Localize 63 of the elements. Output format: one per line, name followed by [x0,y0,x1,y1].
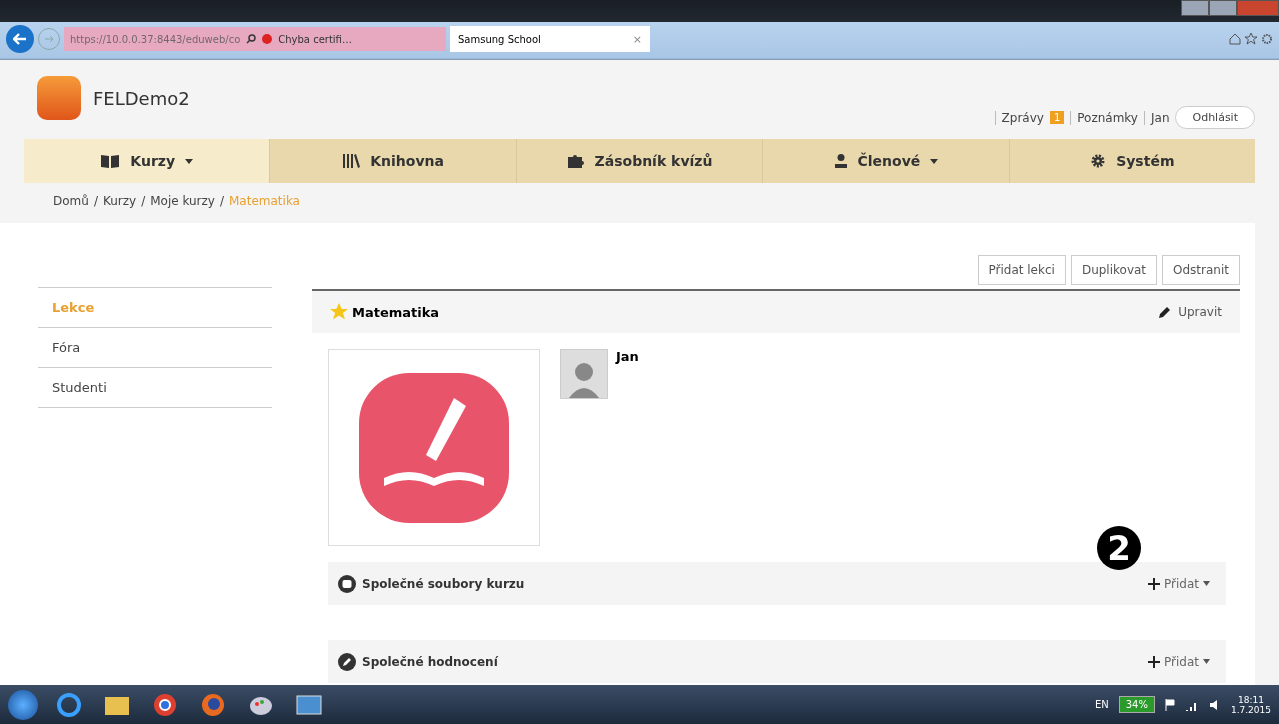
settings-icon[interactable] [1261,33,1273,45]
book-icon [100,153,121,169]
clock-time[interactable]: 18:11 [1238,694,1264,705]
site-logo [37,76,81,120]
breadcrumb-separator: / [219,194,224,210]
section-title: Společné soubory kurzu [362,576,525,591]
language-indicator[interactable]: EN [1094,699,1109,710]
clock-date[interactable]: 1.7.2015 [1230,704,1271,715]
start-button[interactable] [8,689,38,720]
sidebar-item[interactable]: Fóra [38,327,272,367]
settings-icon [1090,153,1107,169]
url-text: https://10.0.0.37:8443/eduweb/co [70,33,241,45]
breadcrumb-link[interactable]: Moje kurzy [150,194,215,212]
battery-indicator[interactable]: 34% [1118,696,1155,713]
header-link[interactable]: Zprávy [994,110,1044,125]
chat-bubble-icon [338,574,356,593]
tab-title: Samsung School [458,33,541,45]
caret-icon [1203,581,1210,586]
breadcrumb-link[interactable]: Kurzy [102,194,137,212]
star-icon [330,303,348,321]
nav-tab[interactable]: Systém [1009,139,1256,183]
action-button[interactable]: Odstranit [1162,255,1240,285]
maximize-button[interactable] [1209,0,1237,16]
breadcrumb-separator: / [141,194,146,210]
flag-icon[interactable] [1164,698,1175,711]
nav-tab[interactable]: Kurzy [24,139,271,183]
avatar-placeholder [560,349,608,399]
add-dropdown[interactable]: Přidat [1142,653,1216,670]
edit-link[interactable]: Upravit [1178,305,1222,319]
teacher-name: Jan [616,349,639,364]
library-icon [342,153,361,169]
caret-icon [1203,659,1210,664]
user-name: Jan [1144,110,1170,125]
breadcrumb-separator: / [93,194,98,210]
pencil-icon [338,652,356,671]
add-dropdown[interactable]: Přidat [1142,575,1216,592]
pencil-icon [1158,305,1173,319]
sidebar-item[interactable]: Studenti [38,367,272,408]
certificate-error-text[interactable]: Chyba certifi… [278,33,352,45]
browser-tab[interactable]: Samsung School × [450,26,650,52]
logout-button[interactable]: Odhlásit [1175,106,1255,129]
tab-close-button[interactable]: × [632,32,642,46]
message-count: 1 [1049,111,1065,124]
section-title: Společné hodnocení [362,654,498,669]
plus-icon [1148,655,1161,668]
back-button[interactable] [6,25,34,53]
breadcrumb-link[interactable]: Domů [53,194,89,212]
address-bar[interactable]: https://10.0.0.37:8443/eduweb/co Chyba certifi… [64,27,446,51]
search-icon [246,34,257,44]
minimize-button[interactable] [1181,0,1209,16]
user-icon [833,153,848,169]
site-name: FELDemo2 [93,88,190,109]
left-arrow-icon [13,33,27,45]
course-title: Matematika [352,304,440,320]
right-arrow-icon [44,35,54,43]
star-icon[interactable] [1245,33,1257,45]
home-icon[interactable] [1229,33,1241,45]
puzzle-icon [566,153,585,169]
action-button[interactable]: Přidat lekci [977,255,1066,285]
action-button[interactable]: Duplikovat [1070,255,1158,285]
header-link[interactable]: Poznámky [1070,110,1138,125]
plus-icon [1148,577,1161,590]
error-icon [262,34,273,44]
